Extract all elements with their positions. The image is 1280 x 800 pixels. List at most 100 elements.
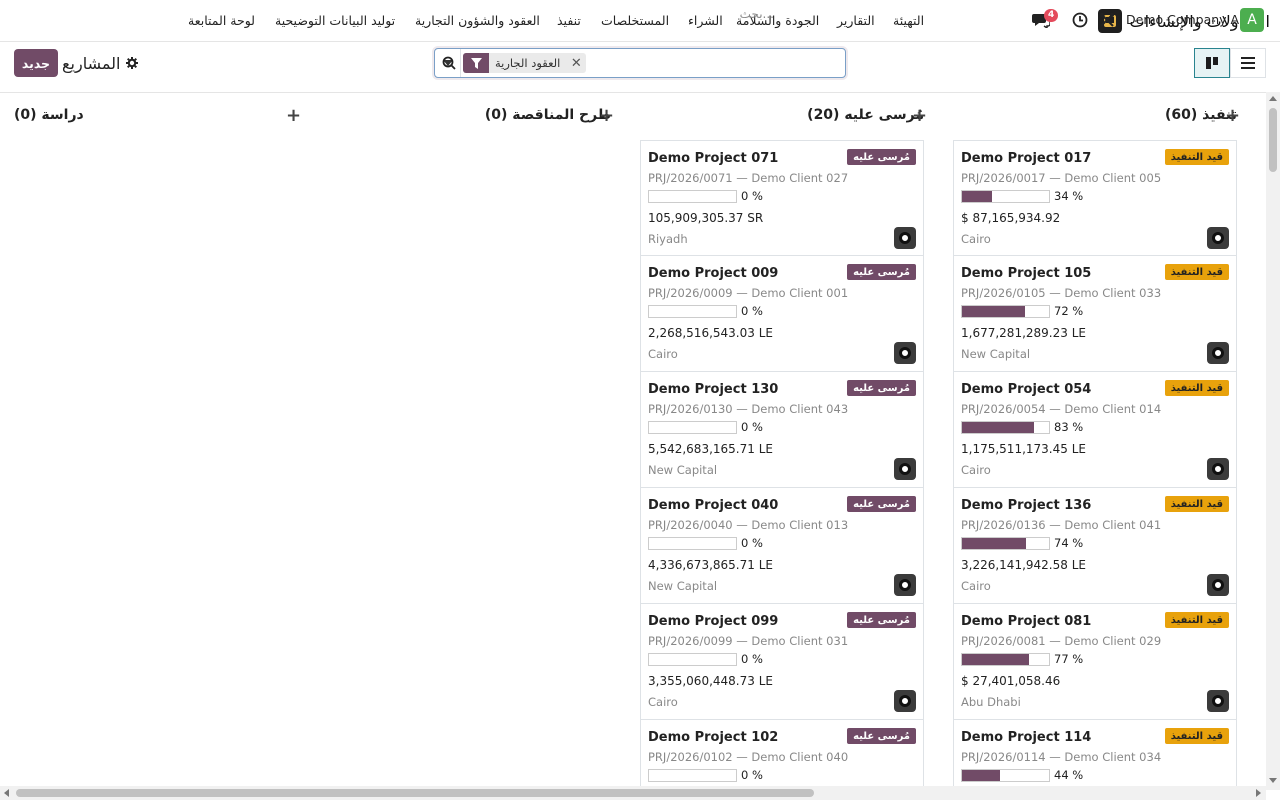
menu-item-demo-data[interactable]: توليد البيانات التوضيحية: [275, 13, 395, 28]
horizontal-scroll-thumb[interactable]: [16, 789, 814, 797]
status-badge: مُرسى عليه: [847, 728, 916, 744]
avatar[interactable]: [894, 690, 916, 712]
menu-item-reports[interactable]: التقارير: [837, 13, 875, 28]
project-city: Cairo: [648, 347, 678, 361]
progress-fill: [962, 422, 1035, 433]
column-title: دراسة (0): [14, 107, 84, 123]
project-city: New Capital: [648, 579, 718, 593]
project-city: Cairo: [648, 695, 678, 709]
card-reference: PRJ/2026/0071 — Demo Client 027: [648, 171, 849, 185]
project-city: Riyadh: [648, 232, 688, 246]
project-card[interactable]: Demo Project 071 مُرسى عليه PRJ/2026/0071 …: [640, 140, 924, 256]
messages-count-badge: 4: [1044, 9, 1059, 22]
progress-fill: [962, 306, 1025, 317]
column-add-button[interactable]: +: [286, 105, 301, 126]
avatar[interactable]: [1207, 574, 1229, 596]
gear-icon[interactable]: [126, 57, 139, 69]
card-reference: PRJ/2026/0102 — Demo Client 040: [648, 750, 849, 764]
card-title: Demo Project 099: [648, 614, 779, 629]
project-city: Cairo: [961, 232, 991, 246]
scroll-up-icon[interactable]: [1269, 96, 1277, 101]
avatar[interactable]: [1207, 458, 1229, 480]
status-badge: مُرسى عليه: [847, 612, 916, 628]
status-badge: مُرسى عليه: [847, 380, 916, 396]
scroll-left-icon[interactable]: [4, 789, 9, 797]
avatar[interactable]: [1207, 690, 1229, 712]
column-header: تنفيذ (60) +: [953, 105, 1240, 127]
user-avatar[interactable]: A: [1240, 8, 1264, 32]
menu-item-dashboard[interactable]: لوحة المتابعة: [188, 13, 255, 28]
column-add-button[interactable]: +: [1225, 105, 1240, 126]
progress-bar: [648, 537, 737, 550]
progress-bar: [648, 305, 737, 318]
progress-bar: [648, 421, 737, 434]
scroll-right-icon[interactable]: [1256, 789, 1261, 797]
status-badge: قيد التنفيذ: [1164, 728, 1229, 744]
project-city: Abu Dhabi: [961, 695, 1021, 709]
status-badge: مُرسى عليه: [847, 496, 916, 512]
card-title: Demo Project 081: [961, 614, 1092, 629]
column-add-button[interactable]: +: [912, 105, 927, 126]
progress-bar: [961, 653, 1050, 666]
project-card[interactable]: Demo Project 009 مُرسى عليه PRJ/2026/0009 …: [640, 256, 924, 372]
card-title: Demo Project 130: [648, 382, 779, 397]
card-list: Demo Project 071 مُرسى عليه PRJ/2026/0071 …: [640, 140, 924, 800]
project-card[interactable]: Demo Project 054 قيد التنفيذ PRJ/2026/0054…: [953, 372, 1237, 488]
project-card[interactable]: Demo Project 081 قيد التنفيذ PRJ/2026/0081…: [953, 604, 1237, 720]
progress-label: 34 %: [1054, 189, 1084, 203]
project-card[interactable]: Demo Project 105 قيد التنفيذ PRJ/2026/0105…: [953, 256, 1237, 372]
tools-icon[interactable]: [1098, 11, 1116, 29]
project-card[interactable]: Demo Project 136 قيد التنفيذ PRJ/2026/0136…: [953, 488, 1237, 604]
status-badge: مُرسى عليه: [847, 264, 916, 280]
project-city: Cairo: [961, 579, 991, 593]
progress-bar: [961, 305, 1050, 318]
filter-icon: [463, 53, 489, 73]
contract-amount: $ 27,401,058.46: [961, 674, 1061, 688]
clock-icon[interactable]: [1071, 11, 1089, 29]
card-title: Demo Project 054: [961, 382, 1092, 397]
project-card[interactable]: Demo Project 130 مُرسى عليه PRJ/2026/0130 …: [640, 372, 924, 488]
card-reference: PRJ/2026/0130 — Demo Client 043: [648, 402, 849, 416]
avatar[interactable]: [894, 574, 916, 596]
avatar[interactable]: [1207, 227, 1229, 249]
progress-fill: [962, 538, 1027, 549]
progress-fill: [962, 191, 992, 202]
card-reference: PRJ/2026/0040 — Demo Client 013: [648, 518, 849, 532]
facet-remove-icon[interactable]: ✕: [566, 53, 586, 73]
search-icon[interactable]: [442, 55, 458, 71]
vertical-scrollbar[interactable]: [1266, 92, 1280, 790]
horizontal-scrollbar[interactable]: [0, 786, 1266, 800]
avatar[interactable]: [1207, 342, 1229, 364]
company-switcher[interactable]: Demo Company A: [1126, 12, 1239, 27]
list-view-button[interactable]: [1230, 48, 1266, 78]
kanban-column-execution: تنفيذ (60) + Demo Project 017 قيد التنفيذ…: [953, 93, 1240, 800]
scroll-down-icon[interactable]: [1269, 778, 1277, 783]
menu-item-execution[interactable]: تنفيذ: [557, 13, 581, 28]
progress-label: 0 %: [741, 652, 763, 666]
contract-amount: 3,355,060,448.73 LE: [648, 674, 773, 688]
facet-label: العقود الجارية: [495, 56, 561, 70]
search-input[interactable]: بحث...: [594, 7, 774, 21]
avatar[interactable]: [894, 227, 916, 249]
project-card[interactable]: Demo Project 017 قيد التنفيذ PRJ/2026/0017…: [953, 140, 1237, 256]
new-button[interactable]: جديد: [14, 49, 58, 77]
kanban-column-awarded: مُرسى عليه (20) + Demo Project 071 مُرسى …: [640, 93, 927, 800]
progress-label: 77 %: [1054, 652, 1084, 666]
kanban-column-study: دراسة (0): [14, 93, 298, 791]
menu-item-contracts[interactable]: العقود والشؤون التجارية: [415, 13, 540, 28]
project-card[interactable]: Demo Project 099 مُرسى عليه PRJ/2026/0099 …: [640, 604, 924, 720]
status-badge: قيد التنفيذ: [1164, 149, 1229, 165]
project-card[interactable]: Demo Project 040 مُرسى عليه PRJ/2026/0040 …: [640, 488, 924, 604]
progress-bar: [961, 190, 1050, 203]
contract-amount: 3,226,141,942.58 LE: [961, 558, 1086, 572]
progress-label: 44 %: [1054, 768, 1084, 782]
card-title: Demo Project 102: [648, 730, 779, 745]
avatar[interactable]: [894, 458, 916, 480]
kanban-view-button[interactable]: [1194, 48, 1230, 78]
breadcrumb-title: المشاريع: [62, 53, 121, 73]
progress-label: 0 %: [741, 768, 763, 782]
menu-item-configuration[interactable]: التهيئة: [893, 13, 924, 28]
vertical-scroll-thumb[interactable]: [1269, 108, 1277, 172]
avatar[interactable]: [894, 342, 916, 364]
list-icon: [1241, 57, 1255, 69]
